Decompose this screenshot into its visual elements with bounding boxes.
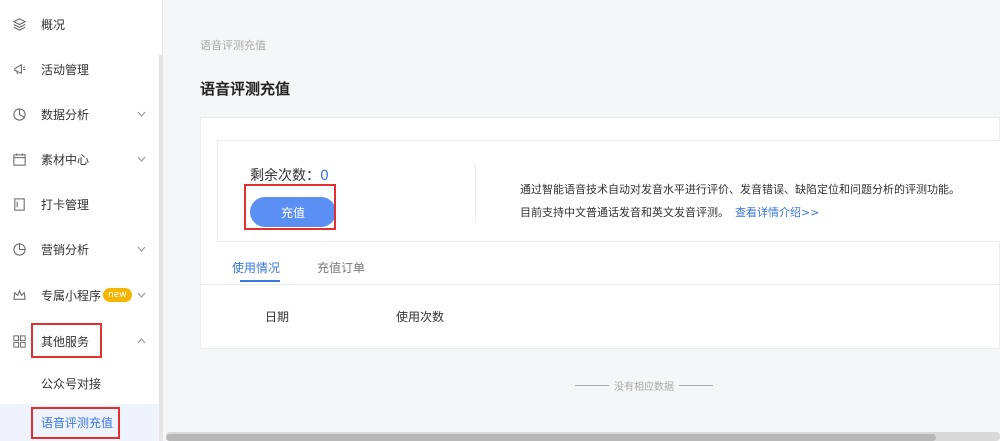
sidebar-item-label: 数据分析 — [41, 107, 90, 122]
breadcrumb: 语音评测充值 — [200, 39, 266, 52]
remaining-label: 剩余次数： — [250, 168, 320, 184]
sidebar-item-label: 概况 — [41, 17, 66, 32]
description-text: 目前支持中文普通话发音和英文发音评测。 — [520, 206, 729, 219]
column-header-usage-count: 使用次数 — [396, 310, 445, 324]
chevron-down-icon — [136, 244, 146, 254]
remaining-value: 0 — [320, 168, 329, 184]
sidebar-subitem-official-account[interactable]: 公众号对接 — [0, 364, 160, 402]
sidebar-item-label: 营销分析 — [41, 242, 90, 257]
description-line-1: 通过智能语音技术自动对发音水平进行评价、发音错误、缺陷定位和问题分析的评测功能。 — [520, 183, 960, 196]
document-icon — [11, 196, 27, 212]
chevron-down-icon — [136, 290, 146, 300]
sidebar: 概况 活动管理 数据分析 素材中心 打卡管理 营销分析 专属小程序 new 其他… — [0, 0, 163, 441]
chevron-down-icon — [136, 109, 146, 119]
pie-chart-icon — [11, 106, 27, 122]
sidebar-item-mini-program[interactable]: 专属小程序 new — [0, 275, 160, 315]
highlight-box — [31, 323, 102, 358]
new-badge: new — [103, 288, 132, 302]
empty-state: 没有相应数据 — [570, 378, 718, 393]
details-link[interactable]: 查看详情介绍>> — [735, 206, 819, 219]
highlight-box — [244, 184, 336, 230]
scrollbar-thumb[interactable] — [166, 434, 936, 441]
chart-icon — [11, 241, 27, 257]
empty-text: 没有相应数据 — [614, 382, 674, 393]
divider — [679, 385, 713, 386]
sidebar-item-label: 活动管理 — [41, 62, 90, 77]
sidebar-item-label: 专属小程序 — [41, 288, 102, 303]
sidebar-item-activity[interactable]: 活动管理 — [0, 49, 160, 89]
crown-icon — [11, 287, 27, 303]
megaphone-icon — [11, 61, 27, 77]
sidebar-item-marketing[interactable]: 营销分析 — [0, 229, 160, 269]
sidebar-item-label: 打卡管理 — [41, 197, 90, 212]
tabs-divider — [201, 284, 1000, 285]
sidebar-item-overview[interactable]: 概况 — [0, 4, 160, 44]
active-tab-indicator — [240, 280, 280, 282]
sidebar-item-checkin[interactable]: 打卡管理 — [0, 184, 160, 224]
layers-icon — [11, 16, 27, 32]
content-panel: 剩余次数：0 充值 通过智能语音技术自动对发音水平进行评价、发音错误、缺陷定位和… — [200, 117, 1000, 349]
sidebar-item-data-analysis[interactable]: 数据分析 — [0, 94, 160, 134]
page-title: 语音评测充值 — [200, 80, 291, 98]
main-content: 语音评测充值 语音评测充值 剩余次数：0 充值 通过智能语音技术自动对发音水平进… — [166, 0, 1000, 441]
sidebar-item-materials[interactable]: 素材中心 — [0, 139, 160, 179]
divider — [475, 163, 476, 223]
sidebar-item-label: 素材中心 — [41, 152, 90, 167]
grid-icon — [11, 333, 27, 349]
calendar-icon — [11, 151, 27, 167]
chevron-up-icon — [136, 336, 146, 346]
tab-usage[interactable]: 使用情况 — [232, 259, 280, 276]
highlight-box — [31, 407, 120, 439]
divider — [575, 385, 609, 386]
sidebar-subitem-label: 公众号对接 — [41, 376, 102, 391]
description-line-2: 目前支持中文普通话发音和英文发音评测。 查看详情介绍>> — [520, 204, 819, 220]
column-header-date: 日期 — [265, 310, 290, 324]
chevron-down-icon — [136, 154, 146, 164]
remaining-count: 剩余次数：0 — [250, 165, 329, 185]
tab-recharge-orders[interactable]: 充值订单 — [317, 259, 365, 276]
